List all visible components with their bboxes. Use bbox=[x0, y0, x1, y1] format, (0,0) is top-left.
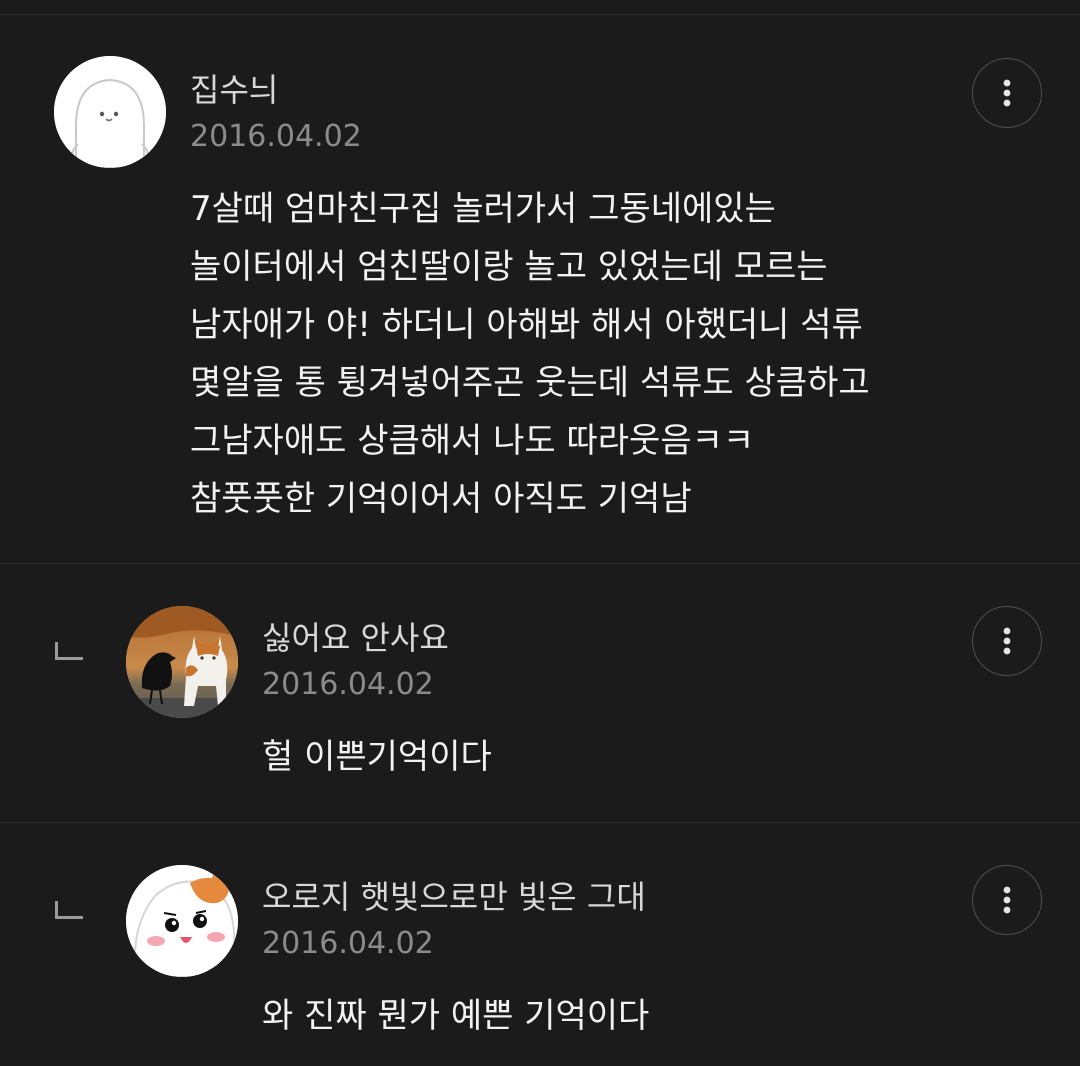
comment-date: 2016.04.02 bbox=[262, 926, 434, 961]
comment-text: 와 진짜 뭔가 예쁜 기억이다 bbox=[262, 996, 650, 1036]
hamster-character-icon bbox=[126, 865, 238, 977]
comment-date: 2016.04.02 bbox=[262, 667, 434, 702]
more-options-button[interactable] bbox=[972, 865, 1042, 935]
more-options-button[interactable] bbox=[972, 606, 1042, 676]
comment-author[interactable]: 집수늬 bbox=[190, 74, 278, 106]
white-blob-character-icon bbox=[54, 56, 166, 168]
reply-arrow-icon bbox=[55, 642, 83, 660]
crow-and-cat-photo-icon bbox=[126, 606, 238, 718]
reply-comment-item: 싫어요 안사요 2016.04.02 헐 이쁜기억이다 bbox=[0, 564, 1080, 823]
comment-item: 집수늬 2016.04.02 7살때 엄마친구집 놀러가서 그동네에있는 놀이터… bbox=[0, 0, 1080, 564]
avatar[interactable] bbox=[126, 606, 238, 718]
comment-date: 2016.04.02 bbox=[190, 119, 362, 154]
comment-text: 7살때 엄마친구집 놀러가서 그동네에있는 놀이터에서 엄친딸이랑 놀고 있었는… bbox=[190, 189, 870, 519]
reply-arrow-icon bbox=[55, 901, 83, 919]
avatar[interactable] bbox=[126, 865, 238, 977]
vertical-dots-icon bbox=[1003, 886, 1011, 914]
reply-comment-item: 오로지 햇빛으로만 빛은 그대 2016.04.02 와 진짜 뭔가 예쁜 기억… bbox=[0, 823, 1080, 1066]
vertical-dots-icon bbox=[1003, 79, 1011, 107]
comment-text: 헐 이쁜기억이다 bbox=[262, 737, 492, 777]
more-options-button[interactable] bbox=[972, 58, 1042, 128]
comment-author[interactable]: 오로지 햇빛으로만 빛은 그대 bbox=[262, 881, 646, 913]
avatar[interactable] bbox=[54, 56, 166, 168]
vertical-dots-icon bbox=[1003, 627, 1011, 655]
comment-author[interactable]: 싫어요 안사요 bbox=[262, 622, 449, 654]
